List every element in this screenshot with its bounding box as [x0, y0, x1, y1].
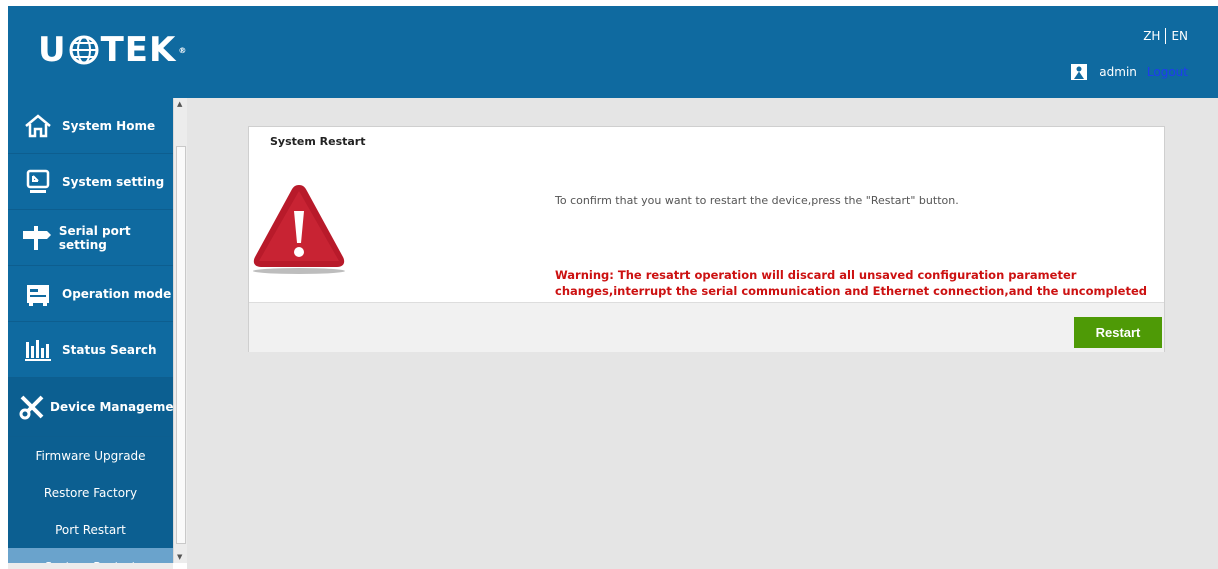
sidebar-item-operation-mode[interactable]: Operation mode — [8, 266, 173, 322]
logout-link[interactable]: Logout — [1147, 65, 1188, 79]
sidebar-item-device-management[interactable]: Device Management — [8, 378, 173, 437]
sidebar-subitem-firmware-upgrade[interactable]: Firmware Upgrade — [8, 437, 173, 474]
restart-button[interactable]: Restart — [1074, 317, 1162, 348]
sidebar-subitem-system-restart[interactable]: System Restart — [8, 548, 173, 563]
logo: U TEK ® — [38, 30, 188, 70]
sidebar-item-label: System setting — [62, 174, 165, 189]
sidebar-item-status-search[interactable]: Status Search — [8, 322, 173, 378]
confirm-message: To confirm that you want to restart the … — [555, 194, 959, 207]
lang-zh-link[interactable]: ZH — [1143, 29, 1160, 43]
machine-icon — [18, 281, 58, 307]
sidebar-item-system-setting[interactable]: System setting — [8, 154, 173, 210]
sidebar-item-system-home[interactable]: System Home — [8, 98, 173, 154]
sidebar-subitem-port-restart[interactable]: Port Restart — [8, 511, 173, 548]
language-switcher: ZH EN — [1143, 28, 1188, 44]
system-restart-panel: System Restart To confirm that you want … — [248, 126, 1165, 352]
sidebar-vertical-scrollbar[interactable]: ▲ ▼ — [173, 98, 188, 563]
sidebar-item-label: Device Management — [50, 400, 173, 414]
warning-triangle-icon — [253, 185, 345, 274]
home-icon — [18, 113, 58, 138]
sidebar-item-serial-port-setting[interactable]: Serial port setting — [8, 210, 173, 266]
panel-title: System Restart — [270, 135, 366, 148]
sidebar-horizontal-scrollbar[interactable] — [8, 563, 173, 569]
sidebar: System Home System setting Serial port s… — [8, 98, 173, 563]
globe-logo-icon — [69, 35, 99, 65]
bar-chart-icon — [18, 338, 58, 362]
sidebar-item-label: Serial port setting — [58, 223, 131, 252]
panel-footer: Restart — [249, 302, 1164, 352]
scroll-down-arrow-icon[interactable]: ▼ — [177, 553, 182, 561]
username: admin — [1099, 65, 1137, 79]
scroll-up-arrow-icon[interactable]: ▲ — [177, 100, 182, 108]
sidebar-subitem-restore-factory[interactable]: Restore Factory — [8, 474, 173, 511]
scrollbar-thumb[interactable] — [176, 146, 186, 544]
monitor-icon — [18, 169, 58, 195]
main-content: System Restart To confirm that you want … — [187, 98, 1218, 569]
sidebar-item-label: Operation mode — [62, 286, 172, 301]
header: U TEK ® ZH EN admin Logout — [8, 6, 1218, 98]
user-icon — [1071, 64, 1088, 80]
tools-icon — [18, 393, 46, 421]
signpost-icon — [18, 224, 55, 252]
user-bar: admin Logout — [1071, 64, 1188, 80]
sidebar-item-label: System Home — [62, 118, 156, 133]
lang-en-link[interactable]: EN — [1171, 29, 1188, 43]
sidebar-item-label: Status Search — [62, 342, 157, 357]
